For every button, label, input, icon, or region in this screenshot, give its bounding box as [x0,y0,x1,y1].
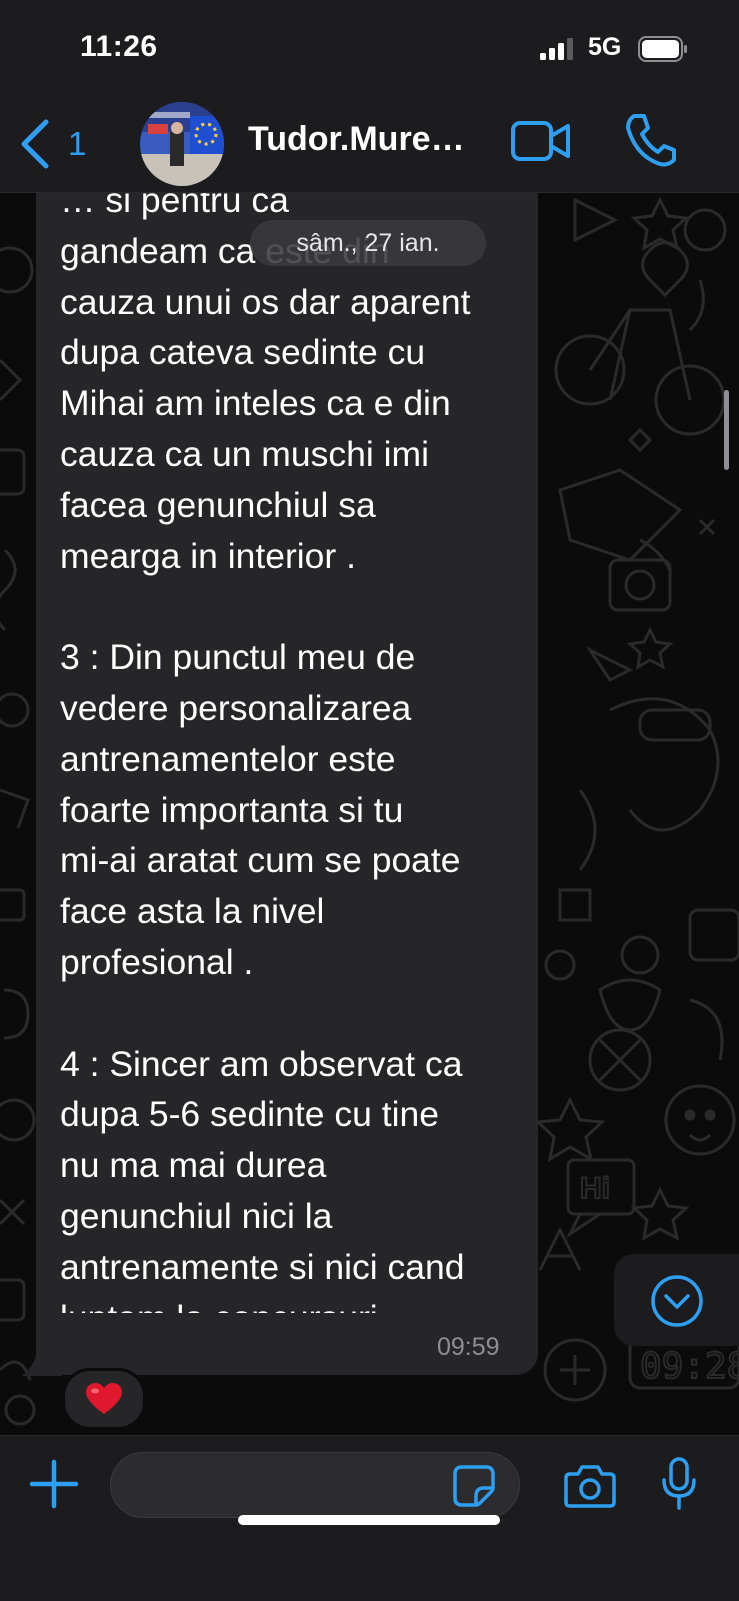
contact-name[interactable]: Tudor.Mure… [248,120,488,159]
heart-icon [86,1383,122,1414]
battery-icon [638,36,687,62]
home-indicator[interactable] [238,1515,500,1525]
chevron-down-circle-icon [651,1275,703,1327]
chevron-left-icon [21,119,49,169]
phone-icon[interactable] [624,112,676,168]
date-separator: sâm., 27 ian. [250,220,486,266]
signal-strength-icon [540,38,573,60]
message-composer [0,1435,739,1601]
back-button[interactable]: 1 [18,114,86,174]
svg-text:Hi: Hi [580,1172,610,1205]
svg-text:09:28: 09:28 [640,1346,739,1387]
camera-icon[interactable] [564,1464,616,1508]
network-type: 5G [588,33,622,61]
video-camera-icon[interactable] [510,118,572,164]
scroll-to-bottom-button[interactable] [614,1254,739,1346]
microphone-icon[interactable] [660,1456,698,1512]
plus-icon[interactable] [28,1458,80,1510]
status-bar: 11:26 5G [0,0,739,100]
chat-header: 1 Tudor.Mure… [0,100,739,193]
unread-count: 1 [68,125,87,162]
message-text: … si pentru ca gandeam ca este din cauza… [60,193,530,1313]
message-body: … si pentru ca gandeam ca este din cauza… [60,193,471,1313]
reaction-badge[interactable] [62,1368,146,1430]
scrollbar[interactable] [724,390,729,470]
avatar[interactable] [140,102,224,186]
message-timestamp: 09:59 [437,1333,500,1361]
bubble-tail [22,1340,62,1376]
status-time: 11:26 [80,30,158,63]
sticker-icon[interactable] [452,1464,496,1508]
avatar-image [140,102,224,186]
